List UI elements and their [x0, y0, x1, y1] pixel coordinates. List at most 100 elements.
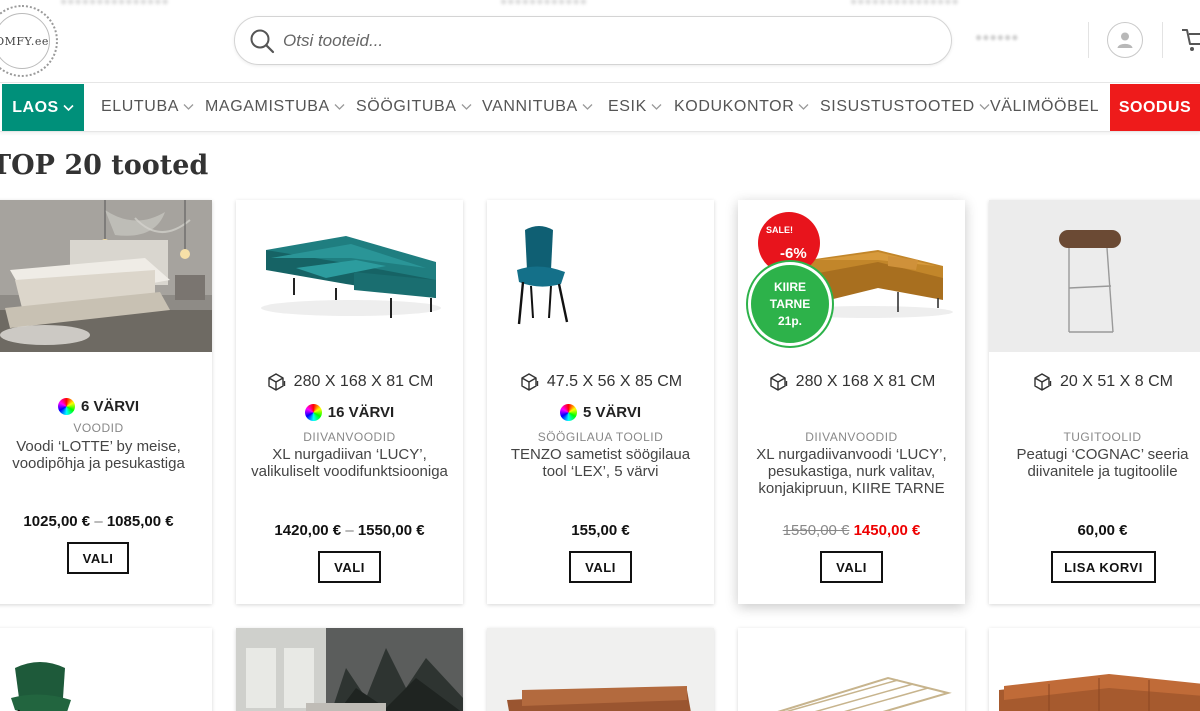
search-input[interactable]	[283, 25, 923, 57]
chevron-down-icon	[461, 104, 471, 110]
dimensions-label: 280 X 168 X 81 CM	[293, 373, 434, 390]
product-image[interactable]	[236, 628, 463, 711]
product-card[interactable]	[738, 628, 965, 711]
nav-item-soogituba[interactable]: SÖÖGITUBA	[356, 83, 472, 131]
chevron-down-icon	[798, 104, 809, 110]
box-dimensions-icon	[521, 373, 539, 391]
nav-item-label: ESIK	[608, 98, 647, 115]
header-divider	[1088, 22, 1089, 58]
select-button[interactable]: VALI	[820, 551, 883, 583]
product-card[interactable]: 280 X 168 X 81 CM 16 VÄRVI DIIVANVOODID …	[236, 200, 463, 604]
account-icon[interactable]	[1107, 22, 1143, 58]
product-card[interactable]	[236, 628, 463, 711]
color-wheel-icon	[559, 404, 577, 421]
chevron-down-icon	[979, 104, 990, 110]
price-separator: –	[345, 522, 354, 539]
add-to-cart-button[interactable]: LISA KORVI	[1051, 551, 1156, 583]
product-name[interactable]: Voodi ‘LOTTE’ by meise, voodipõhja ja pe…	[0, 438, 202, 472]
box-dimensions-icon	[267, 373, 285, 391]
product-image[interactable]	[738, 628, 965, 711]
nav-item-esik[interactable]: ESIK	[608, 83, 662, 131]
product-image[interactable]	[989, 628, 1200, 711]
select-button[interactable]: VALI	[569, 551, 632, 583]
price-to: 1085,00 €	[106, 513, 174, 530]
header-blurred-link: ●●●●●●	[975, 30, 1019, 44]
product-card[interactable]: 6 VÄRVI VOODID Voodi ‘LOTTE’ by meise, v…	[0, 200, 212, 604]
dimensions-label: 280 X 168 X 81 CM	[795, 373, 936, 390]
select-button[interactable]: VALI	[318, 551, 381, 583]
product-price: 1420,00 € – 1550,00 €	[236, 522, 463, 539]
color-wheel-icon	[57, 398, 75, 415]
fast-delivery-line: KIIRE	[773, 279, 806, 294]
nav-item-soodus[interactable]: SOODUS	[1110, 84, 1200, 131]
product-dimensions: 20 X 51 X 8 CM	[989, 372, 1200, 392]
product-image[interactable]	[236, 200, 463, 352]
nav-item-label: KODUKONTOR	[674, 98, 795, 115]
product-card[interactable]: 47.5 X 56 X 85 CM 5 VÄRVI SÖÖGILAUA TOOL…	[487, 200, 714, 604]
product-price: 1550,00 € 1450,00 €	[738, 522, 965, 539]
product-category[interactable]: VOODID	[0, 421, 212, 435]
sale-badge-percent: -6%	[780, 245, 807, 262]
nav-item-label: MAGAMISTUBA	[205, 98, 330, 115]
chevron-down-icon	[651, 104, 662, 110]
product-image[interactable]	[487, 628, 714, 711]
main-nav: LAOS ELUTUBA MAGAMISTUBA SÖÖGITUBA VANNI…	[0, 82, 1200, 132]
site-logo[interactable]: OMFY.ee	[0, 5, 58, 77]
color-count: 5 VÄRVI	[487, 404, 714, 421]
product-name[interactable]: XL nurgadiivan ‘LUCY’, valikuliselt vood…	[246, 446, 453, 480]
product-name[interactable]: TENZO sametist söögilaua tool ‘LEX’, 5 v…	[497, 446, 704, 480]
product-card[interactable]	[0, 628, 212, 711]
price-separator: –	[94, 513, 103, 530]
product-category[interactable]: SÖÖGILAUA TOOLID	[487, 430, 714, 444]
product-category[interactable]: DIIVANVOODID	[738, 430, 965, 444]
product-category[interactable]: TUGITOOLID	[989, 430, 1200, 444]
chevron-down-icon	[582, 104, 593, 110]
product-category[interactable]: DIIVANVOODID	[236, 430, 463, 444]
product-card[interactable]	[989, 628, 1200, 711]
product-name[interactable]: XL nurgadiivanvoodi ‘LUCY’, pesukastiga,…	[748, 446, 955, 497]
search-bar[interactable]	[234, 16, 952, 65]
fast-delivery-badge: KIIRE TARNE 21p.	[748, 262, 832, 346]
product-dimensions: 280 X 168 X 81 CM	[738, 372, 965, 392]
product-dimensions: 280 X 168 X 81 CM	[236, 372, 463, 392]
cart-icon[interactable]	[1180, 25, 1200, 55]
select-button[interactable]: VALI	[67, 542, 129, 574]
nav-item-label: SÖÖGITUBA	[356, 98, 457, 115]
logo-text: OMFY.ee	[0, 34, 49, 48]
color-count: 16 VÄRVI	[236, 404, 463, 421]
nav-item-vannituba[interactable]: VANNITUBA	[482, 83, 593, 131]
price-to: 1550,00 €	[357, 522, 425, 539]
nav-laos-label: LAOS	[12, 98, 59, 116]
product-image[interactable]	[0, 200, 212, 352]
product-card[interactable]: SALE! -6% KIIRE TARNE 21p. 280 X 168 X 8…	[738, 200, 965, 604]
nav-item-label: VANNITUBA	[482, 98, 578, 115]
product-price: 60,00 €	[1077, 522, 1128, 539]
chevron-down-icon	[63, 104, 74, 111]
search-icon[interactable]	[249, 28, 275, 54]
color-count-label: 5 VÄRVI	[582, 404, 642, 421]
color-count-label: 16 VÄRVI	[327, 404, 395, 421]
price-old: 1550,00 €	[782, 522, 850, 539]
top-info-strip: ●●●●●●●●●●●●●●● ●●●●●●●●●●●● ●●●●●●●●●●●…	[60, 0, 959, 8]
product-card[interactable]	[487, 628, 714, 711]
section-title: TOP 20 tooted	[0, 150, 209, 181]
product-image[interactable]	[487, 200, 714, 352]
nav-item-magamistuba[interactable]: MAGAMISTUBA	[205, 83, 345, 131]
fast-delivery-line: TARNE	[769, 296, 811, 311]
nav-item-label: VÄLIMÖÖBEL	[990, 98, 1100, 115]
nav-item-elutuba[interactable]: ELUTUBA	[101, 83, 194, 131]
price-from: 1420,00 €	[274, 522, 342, 539]
nav-item-kodukontor[interactable]: KODUKONTOR	[674, 83, 809, 131]
sale-badge-label: SALE!	[766, 225, 793, 235]
product-image[interactable]	[989, 200, 1200, 352]
nav-item-label: SISUSTUSTOOTED	[820, 98, 975, 115]
product-image[interactable]	[0, 628, 212, 711]
header-divider	[1162, 22, 1163, 58]
nav-item-sisustustooted[interactable]: SISUSTUSTOOTED	[820, 83, 990, 131]
product-name[interactable]: Peatugi ‘COGNAC’ seeria diivanitele ja t…	[999, 446, 1200, 480]
box-dimensions-icon	[769, 373, 787, 391]
product-card[interactable]: 20 X 51 X 8 CM TUGITOOLID Peatugi ‘COGNA…	[989, 200, 1200, 604]
nav-item-valimoobel[interactable]: VÄLIMÖÖBEL	[990, 83, 1099, 131]
product-price: 1025,00 € – 1085,00 €	[0, 513, 212, 530]
nav-item-laos[interactable]: LAOS	[2, 84, 84, 131]
